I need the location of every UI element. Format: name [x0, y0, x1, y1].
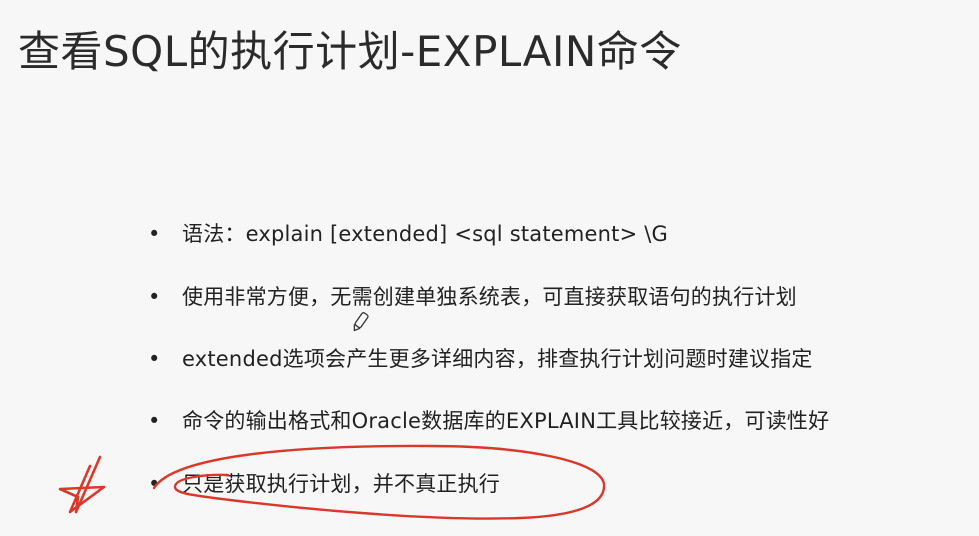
ink-annotations — [58, 312, 606, 520]
highlight-ellipse — [152, 444, 606, 520]
hand-drawn-star-icon — [58, 455, 106, 514]
pen-cursor-icon — [353, 312, 369, 332]
